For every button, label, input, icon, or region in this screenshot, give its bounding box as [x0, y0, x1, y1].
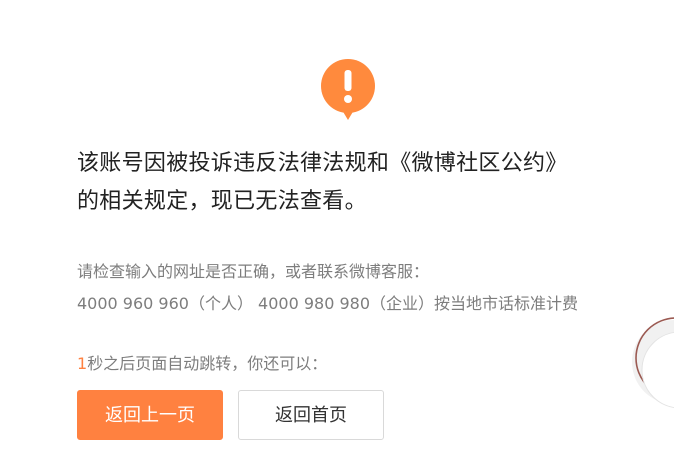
error-message-line-2: 的相关规定，现已无法查看。: [77, 189, 367, 214]
back-button[interactable]: 返回上一页: [77, 390, 223, 440]
redirect-text: 秒之后页面自动跳转，你还可以：: [87, 354, 328, 373]
customer-service-phones: 4000 960 960（个人） 4000 980 980（企业）按当地市话标准…: [77, 294, 579, 313]
error-message: 该账号因被投诉违反法律法规和《微博社区公约》 的相关规定，现已无法查看。: [77, 145, 637, 221]
home-button[interactable]: 返回首页: [238, 390, 384, 440]
error-page: 该账号因被投诉违反法律法规和《微博社区公约》 的相关规定，现已无法查看。 请检查…: [0, 0, 674, 471]
error-message-line-1: 该账号因被投诉违反法律法规和《微博社区公约》: [77, 151, 568, 176]
decorative-leaf-icon: [620, 0, 656, 4]
help-text-line-1: 请检查输入的网址是否正确，或者联系微博客服：: [77, 262, 430, 281]
exclamation-bubble-icon: [321, 59, 375, 120]
help-text: 请检查输入的网址是否正确，或者联系微博客服： 4000 960 960（个人） …: [77, 256, 647, 320]
redirect-notice: 1秒之后页面自动跳转，你还可以：: [77, 352, 327, 376]
decorative-circles-icon: [632, 317, 674, 409]
redirect-countdown: 1: [77, 354, 88, 373]
